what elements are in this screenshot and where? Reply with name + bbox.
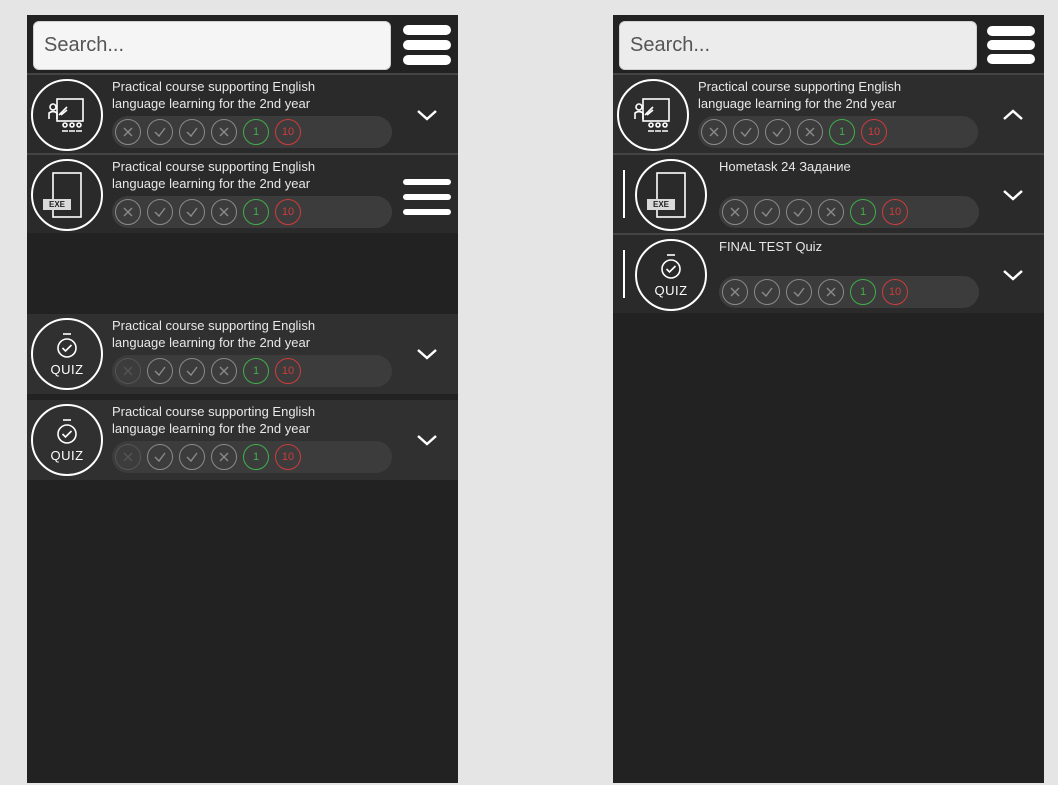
exe-file-icon: EXE [31, 159, 103, 231]
presentation-icon [31, 79, 103, 151]
course-title: Practical course supporting English lang… [112, 79, 316, 111]
red-count-badge: 10 [275, 358, 301, 384]
drag-handle-icon[interactable] [403, 179, 451, 215]
x-circle-icon [701, 119, 727, 145]
course-title: Practical course supporting English lang… [112, 318, 316, 350]
chevron-down-icon[interactable] [1001, 267, 1025, 283]
quiz-label: QUIZ [654, 282, 688, 298]
green-count-badge: 1 [850, 199, 876, 225]
green-count-badge: 1 [243, 119, 269, 145]
left-course-panel: Search... Practical course supporting En… [27, 15, 458, 783]
status-bar: 1 10 [112, 196, 392, 228]
list-item[interactable]: QUIZ Practical course supporting English… [27, 400, 458, 480]
menu-icon[interactable] [987, 23, 1035, 67]
status-bar: 1 10 [112, 441, 392, 473]
exe-tag: EXE [647, 199, 676, 210]
check-circle-icon [786, 279, 812, 305]
status-bar: 1 10 [112, 355, 392, 387]
stopwatch-icon: QUIZ [635, 239, 707, 311]
x-circle-icon [211, 199, 237, 225]
check-circle-icon [147, 199, 173, 225]
check-circle-icon [786, 199, 812, 225]
x-circle-icon [115, 199, 141, 225]
green-count-badge: 1 [243, 444, 269, 470]
red-count-badge: 10 [275, 199, 301, 225]
chevron-up-icon[interactable] [1001, 107, 1025, 123]
chevron-down-icon[interactable] [415, 346, 439, 362]
check-circle-icon [179, 199, 205, 225]
x-circle-icon [797, 119, 823, 145]
menu-icon[interactable] [403, 22, 451, 68]
check-circle-icon [147, 358, 173, 384]
check-circle-icon [733, 119, 759, 145]
check-circle-icon [179, 444, 205, 470]
task-title: FINAL TEST Quiz [719, 239, 823, 254]
status-bar: 1 10 [698, 116, 978, 148]
check-circle-icon [179, 358, 205, 384]
x-circle-icon [115, 358, 141, 384]
check-circle-icon [147, 444, 173, 470]
x-circle-icon [722, 199, 748, 225]
list-item[interactable]: QUIZ Practical course supporting English… [27, 314, 458, 394]
quiz-label: QUIZ [50, 447, 84, 463]
x-circle-icon [818, 279, 844, 305]
red-count-badge: 10 [275, 119, 301, 145]
course-title: Practical course supporting English lang… [698, 79, 902, 111]
green-count-badge: 1 [243, 358, 269, 384]
green-count-badge: 1 [850, 279, 876, 305]
check-circle-icon [765, 119, 791, 145]
x-circle-icon [211, 119, 237, 145]
stopwatch-icon: QUIZ [31, 318, 103, 390]
check-circle-icon [179, 119, 205, 145]
x-circle-icon [211, 444, 237, 470]
stopwatch-icon: QUIZ [31, 404, 103, 476]
indent-line [623, 250, 625, 298]
check-circle-icon [754, 279, 780, 305]
right-course-panel: Search... Practical course supporting En… [613, 15, 1044, 783]
course-title: Practical course supporting English lang… [112, 159, 316, 191]
list-item[interactable]: EXE Hometask 24 Задание 1 10 [613, 153, 1044, 233]
list-item[interactable]: QUIZ FINAL TEST Quiz 1 10 [613, 233, 1044, 313]
x-circle-icon [211, 358, 237, 384]
list-item[interactable]: Practical course supporting English lang… [613, 73, 1044, 153]
check-circle-icon [147, 119, 173, 145]
list-item[interactable]: EXE Practical course supporting English … [27, 153, 458, 233]
x-circle-icon [115, 444, 141, 470]
status-bar: 1 10 [719, 196, 979, 228]
indent-line [623, 170, 625, 218]
task-title: Hometask 24 Задание [719, 159, 851, 174]
exe-file-icon: EXE [635, 159, 707, 231]
course-title: Practical course supporting English lang… [112, 404, 316, 436]
quiz-label: QUIZ [50, 361, 84, 377]
list-item[interactable]: Practical course supporting English lang… [27, 73, 458, 153]
chevron-down-icon[interactable] [415, 432, 439, 448]
status-bar: 1 10 [112, 116, 392, 148]
red-count-badge: 10 [882, 199, 908, 225]
green-count-badge: 1 [243, 199, 269, 225]
chevron-down-icon[interactable] [415, 107, 439, 123]
x-circle-icon [818, 199, 844, 225]
search-input[interactable]: Search... [619, 21, 977, 70]
red-count-badge: 10 [861, 119, 887, 145]
red-count-badge: 10 [275, 444, 301, 470]
green-count-badge: 1 [829, 119, 855, 145]
x-circle-icon [115, 119, 141, 145]
status-bar: 1 10 [719, 276, 979, 308]
red-count-badge: 10 [882, 279, 908, 305]
presentation-icon [617, 79, 689, 151]
x-circle-icon [722, 279, 748, 305]
chevron-down-icon[interactable] [1001, 187, 1025, 203]
search-input[interactable]: Search... [33, 21, 391, 70]
check-circle-icon [754, 199, 780, 225]
exe-tag: EXE [43, 199, 72, 210]
